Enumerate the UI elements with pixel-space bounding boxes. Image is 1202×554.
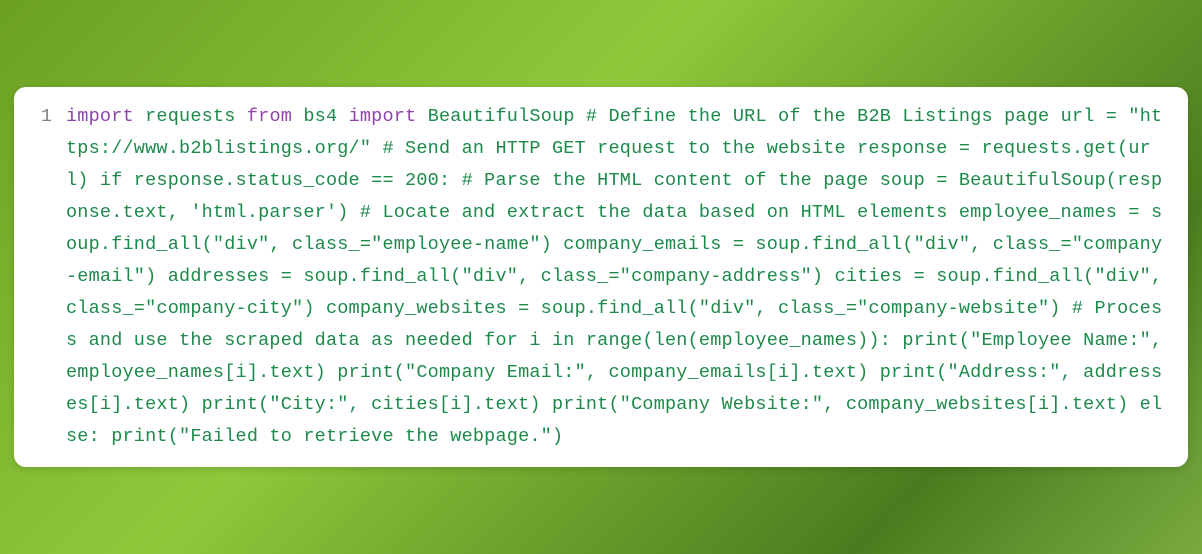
keyword-token: import (349, 106, 417, 127)
code-token: bs4 (292, 106, 349, 127)
line-number: 1 (41, 106, 52, 127)
code-content: import requests from bs4 import Beautifu… (66, 101, 1170, 453)
line-number-gutter: 1 (24, 101, 66, 453)
keyword-token: from (247, 106, 292, 127)
keyword-token: import (66, 106, 134, 127)
code-block: 1 import requests from bs4 import Beauti… (14, 87, 1188, 467)
code-token: BeautifulSoup # Define the URL of the B2… (66, 106, 1162, 447)
code-token: requests (134, 106, 247, 127)
